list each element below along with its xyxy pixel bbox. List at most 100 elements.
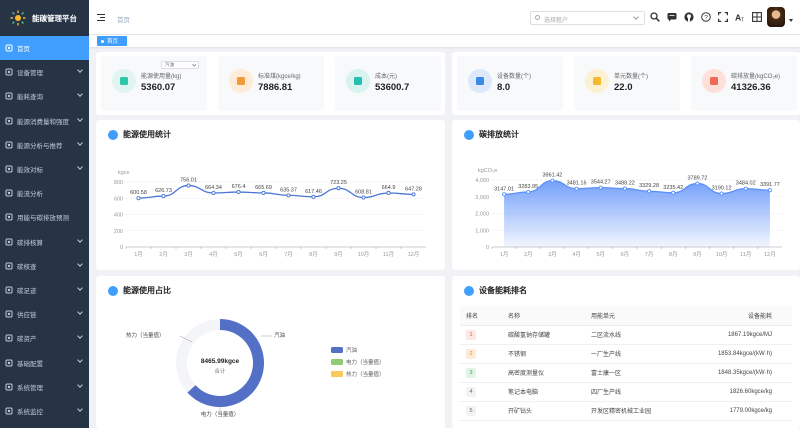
sidebar-item-12[interactable]: 碳资产 bbox=[0, 326, 89, 350]
data-point[interactable] bbox=[671, 190, 676, 195]
asset-icon bbox=[4, 334, 13, 343]
x-tick-label: 8月 bbox=[669, 251, 678, 258]
github-icon[interactable] bbox=[684, 12, 694, 22]
x-tick-label: 5月 bbox=[234, 251, 243, 258]
data-point[interactable] bbox=[743, 186, 748, 191]
x-tick-label: 12月 bbox=[764, 251, 776, 258]
data-point[interactable] bbox=[502, 192, 507, 197]
sidebar-item-8[interactable]: 碳排核算 bbox=[0, 230, 89, 254]
cell-energy: 1853.84kgce/(kW·h) bbox=[685, 344, 792, 364]
x-tick-label: 2月 bbox=[159, 251, 168, 258]
data-point[interactable] bbox=[136, 196, 141, 201]
sidebar-item-11[interactable]: 供应链 bbox=[0, 302, 89, 326]
sidebar-item-6[interactable]: 能流分析 bbox=[0, 181, 89, 205]
chevron-down-icon bbox=[77, 357, 83, 364]
chevron-down-icon bbox=[77, 285, 83, 291]
sidebar-item-0[interactable]: 首页 bbox=[0, 36, 89, 61]
pie-slice[interactable] bbox=[176, 319, 220, 393]
x-tick-label: 7月 bbox=[284, 251, 293, 258]
sidebar-item-10[interactable]: 碳足迹 bbox=[0, 278, 89, 302]
tag-home[interactable]: 首页 bbox=[97, 36, 127, 46]
legend-swatch[interactable] bbox=[331, 347, 343, 353]
data-point[interactable] bbox=[161, 194, 166, 199]
x-tick-label: 1月 bbox=[134, 251, 143, 258]
sidebar-item-label: 碳资产 bbox=[17, 336, 37, 344]
data-point[interactable] bbox=[386, 190, 391, 196]
legend-label[interactable]: 电力（当量值） bbox=[346, 358, 385, 366]
logo-icon bbox=[10, 10, 26, 26]
font-size-icon[interactable]: AT bbox=[735, 12, 745, 23]
hamburger-icon[interactable] bbox=[97, 14, 105, 21]
stat-label: 设备数量(个) bbox=[497, 74, 531, 80]
energy-share-card: 能源使用占比 汽油 电力（当量值） 热力（当量值） 汽油 电力（当量值） 热力（当量值） … bbox=[96, 276, 445, 428]
data-point[interactable] bbox=[261, 190, 266, 195]
data-point[interactable] bbox=[526, 189, 531, 195]
sidebar-item-label: 基础配置 bbox=[17, 360, 43, 368]
layout-size-icon[interactable] bbox=[752, 12, 762, 22]
legend-swatch[interactable] bbox=[331, 371, 343, 377]
data-point[interactable] bbox=[236, 189, 241, 195]
legend-label[interactable]: 汽油 bbox=[346, 346, 358, 354]
sidebar-item-5[interactable]: 能效对标 bbox=[0, 157, 89, 181]
stat-label: 成本(元) bbox=[375, 74, 397, 80]
table-row[interactable]: 3 高密度测量仪 富士康一区 1848.35kgce/(kW·h) bbox=[460, 363, 792, 383]
sidebar-item-1[interactable]: 设备管理 bbox=[0, 60, 89, 84]
carbon-emission-card: 碳排放统计 kgCO₂e 0 1,000 2,000 3,000 4,000 1月 2月 3月 4… bbox=[452, 120, 800, 270]
stat-card: 设备数量(个) 8.0 bbox=[457, 56, 563, 111]
data-point[interactable] bbox=[311, 194, 316, 199]
stat-card: 能源使用量(kg) 5360.07 汽油 bbox=[101, 56, 207, 111]
avatar[interactable] bbox=[767, 7, 785, 27]
data-point[interactable] bbox=[211, 190, 216, 196]
fullscreen-icon[interactable] bbox=[718, 12, 728, 22]
app-logo[interactable]: 能碳管理平台 bbox=[0, 0, 89, 36]
stat-card: 碳排放量(kgCO₂e) 41326.36 bbox=[691, 56, 797, 111]
tenant-select[interactable]: 选择租户 bbox=[530, 11, 645, 25]
table-row[interactable]: 1 碳酸氢钠存储罐 二区流水线 1867.19kgce/MJ bbox=[460, 325, 792, 345]
data-point[interactable] bbox=[411, 192, 416, 197]
data-point[interactable] bbox=[622, 186, 627, 191]
carbon-emission-chart: kgCO₂e 0 1,000 2,000 3,000 4,000 1月 2月 3月 4月 5月 6月 7… bbox=[475, 168, 782, 258]
help-icon[interactable]: ? bbox=[701, 12, 711, 22]
sidebar-item-13[interactable]: 基础配置 bbox=[0, 350, 89, 374]
chevron-down-icon[interactable] bbox=[789, 19, 793, 22]
table-row[interactable]: 5 开矿钻头 开发区精密机械工业园 1779.00kgce/kg bbox=[460, 401, 792, 421]
sidebar-item-16[interactable]: 系统工具 bbox=[0, 423, 89, 428]
breadcrumb[interactable]: 首页 bbox=[117, 14, 130, 24]
cell-name: 笔记本电脑 bbox=[508, 382, 591, 402]
sidebar-item-15[interactable]: 系统监控 bbox=[0, 399, 89, 423]
legend-label[interactable]: 热力（当量值） bbox=[346, 370, 385, 378]
legend-swatch[interactable] bbox=[331, 359, 343, 365]
data-label: 664.9 bbox=[382, 185, 396, 191]
sidebar-item-14[interactable]: 系统管理 bbox=[0, 375, 89, 399]
sidebar-item-7[interactable]: 用能与碳排放预测 bbox=[0, 205, 89, 229]
data-point[interactable] bbox=[336, 186, 341, 191]
pie-center-value: 8465.99kgce bbox=[200, 358, 240, 365]
table-row[interactable]: 4 笔记本电脑 四厂生产线 1826.60kgce/kg bbox=[460, 382, 792, 402]
stat-icon bbox=[346, 69, 370, 93]
sidebar-item-label: 系统监控 bbox=[17, 408, 43, 416]
y-tick-label: 1,000 bbox=[475, 228, 489, 234]
sidebar-item-9[interactable]: 碳核查 bbox=[0, 254, 89, 278]
sidebar-item-3[interactable]: 能源消费量和强度 bbox=[0, 109, 89, 133]
rank-cell: 2 bbox=[460, 344, 508, 364]
sidebar-item-4[interactable]: 能源分析与推荐 bbox=[0, 133, 89, 157]
table-row[interactable]: 2 不锈钢 一厂生产线 1853.84kgce/(kW·h) bbox=[460, 344, 792, 364]
data-point[interactable] bbox=[550, 178, 555, 183]
cell-unit: 二区流水线 bbox=[591, 325, 685, 345]
data-point[interactable] bbox=[767, 188, 772, 193]
data-point[interactable] bbox=[286, 193, 291, 198]
message-icon[interactable] bbox=[667, 12, 677, 22]
data-point[interactable] bbox=[598, 185, 603, 190]
sidebar-item-2[interactable]: 能耗查询 bbox=[0, 84, 89, 108]
search-icon[interactable] bbox=[650, 12, 660, 22]
x-tick-label: 10月 bbox=[716, 251, 728, 258]
energy-share-pie: 汽油电力（当量值） 热力（当量值） 汽油电力（当量值） 热力（当量值） bbox=[126, 319, 385, 418]
data-point[interactable] bbox=[647, 189, 652, 194]
chevron-down-icon bbox=[77, 236, 83, 243]
data-point[interactable] bbox=[186, 183, 191, 188]
data-point[interactable] bbox=[361, 195, 366, 200]
energy-type-select[interactable]: 汽油 bbox=[161, 61, 199, 69]
data-point[interactable] bbox=[574, 186, 579, 191]
data-point[interactable] bbox=[719, 191, 724, 196]
data-point[interactable] bbox=[695, 181, 700, 186]
